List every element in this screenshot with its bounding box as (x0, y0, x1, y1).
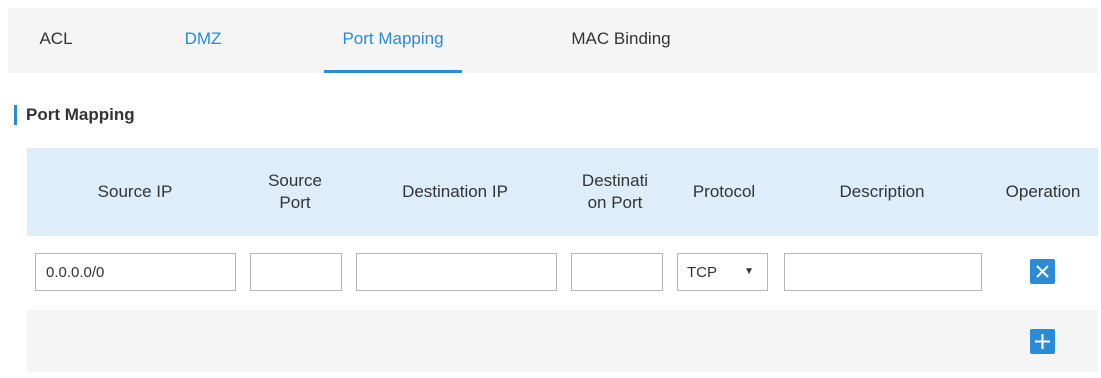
delete-row-button[interactable] (1030, 259, 1055, 284)
section-title: Port Mapping (14, 104, 135, 126)
header-source-port: Source Port (268, 171, 322, 212)
tab-dmz[interactable]: DMZ (173, 8, 233, 73)
source-port-input[interactable] (250, 253, 342, 291)
header-protocol: Protocol (692, 182, 756, 201)
tab-mac-binding[interactable]: MAC Binding (560, 8, 682, 73)
destination-port-input[interactable] (571, 253, 663, 291)
add-row-button[interactable] (1030, 329, 1055, 354)
header-source-ip: Source IP (97, 182, 173, 201)
table-header: Source IP Source Port Destination IP Dest… (27, 148, 1098, 236)
plus-icon (1035, 334, 1050, 349)
source-ip-input[interactable] (35, 253, 236, 291)
tab-bar: ACL DMZ Port Mapping MAC Binding (8, 8, 1098, 73)
tab-port-mapping[interactable]: Port Mapping (324, 8, 462, 73)
description-input[interactable] (784, 253, 982, 291)
header-destination-port: Destinati on Port (581, 171, 649, 212)
header-operation: Operation (1005, 182, 1081, 201)
tab-acl[interactable]: ACL (28, 8, 84, 73)
add-row-area (27, 310, 1098, 372)
header-destination-ip: Destination IP (402, 182, 508, 201)
dropdown-arrow-icon: ▼ (744, 266, 754, 277)
protocol-select[interactable]: TCP ▼ (677, 253, 768, 291)
protocol-value: TCP (687, 264, 717, 281)
header-description: Description (839, 182, 925, 201)
destination-ip-input[interactable] (356, 253, 557, 291)
close-icon (1036, 265, 1049, 278)
